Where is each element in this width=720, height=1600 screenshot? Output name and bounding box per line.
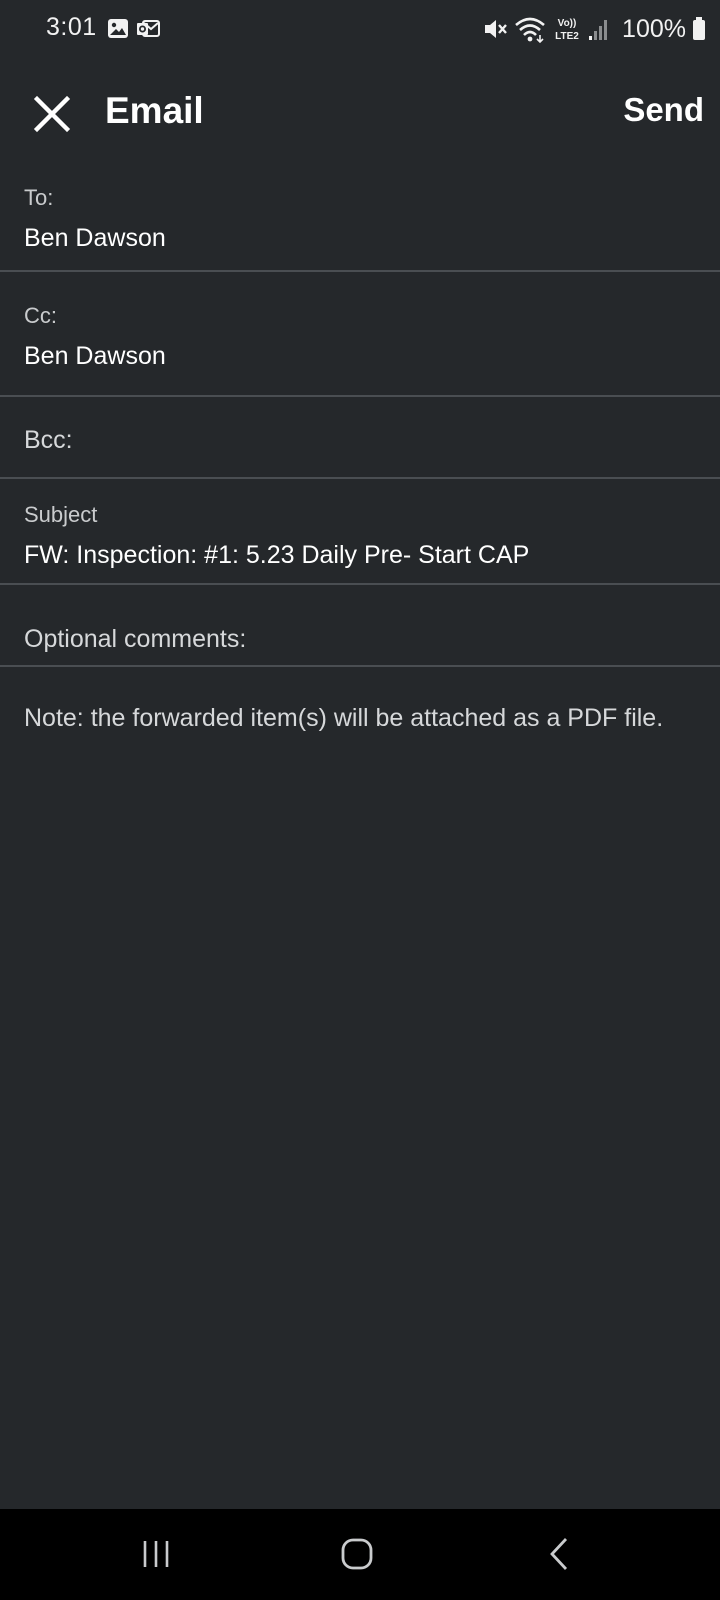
send-button[interactable]: Send: [623, 91, 704, 129]
back-icon[interactable]: [528, 1529, 588, 1579]
recents-icon[interactable]: [126, 1529, 186, 1579]
svg-text:LTE2: LTE2: [555, 31, 579, 42]
subject-label: Subject: [24, 502, 98, 527]
comments-placeholder[interactable]: Optional comments:: [24, 625, 246, 654]
status-time: 3:01: [46, 13, 97, 41]
status-bar: 3:01 Vo)) LTE2 100%: [0, 0, 720, 58]
battery-level: 100%: [622, 14, 686, 43]
attachment-note: Note: the forwarded item(s) will be atta…: [24, 704, 664, 732]
cc-value[interactable]: Ben Dawson: [24, 342, 166, 371]
subject-value[interactable]: FW: Inspection: #1: 5.23 Daily Pre- Star…: [24, 541, 529, 570]
svg-text:Vo)): Vo)): [558, 18, 577, 29]
to-field[interactable]: To: Ben Dawson: [0, 170, 720, 272]
volte-icon: Vo)) LTE2: [555, 18, 579, 42]
image-icon: [108, 19, 128, 38]
battery-icon: [693, 17, 705, 40]
mute-icon: [485, 20, 507, 38]
bcc-field[interactable]: Bcc:: [0, 397, 720, 479]
status-icons: Vo)) LTE2 100%: [482, 12, 706, 46]
wifi-icon: [515, 17, 545, 43]
bcc-label: Bcc:: [24, 426, 73, 454]
to-value[interactable]: Ben Dawson: [24, 224, 166, 253]
comments-field[interactable]: Optional comments:: [0, 585, 720, 667]
outlook-icon: [137, 20, 160, 37]
subject-field[interactable]: Subject FW: Inspection: #1: 5.23 Daily P…: [0, 479, 720, 585]
signal-icon: [589, 20, 608, 40]
to-label: To:: [24, 185, 54, 210]
page-title: Email: [105, 90, 204, 131]
close-icon[interactable]: [28, 90, 76, 138]
cc-field[interactable]: Cc: Ben Dawson: [0, 272, 720, 397]
cc-label: Cc:: [24, 303, 57, 328]
home-icon[interactable]: [327, 1529, 387, 1579]
navigation-bar: [0, 1509, 720, 1600]
email-compose-screen: 3:01 Vo)) LTE2 100% Email Send To: Ben D…: [0, 0, 720, 1600]
app-bar: Email Send: [0, 70, 720, 154]
